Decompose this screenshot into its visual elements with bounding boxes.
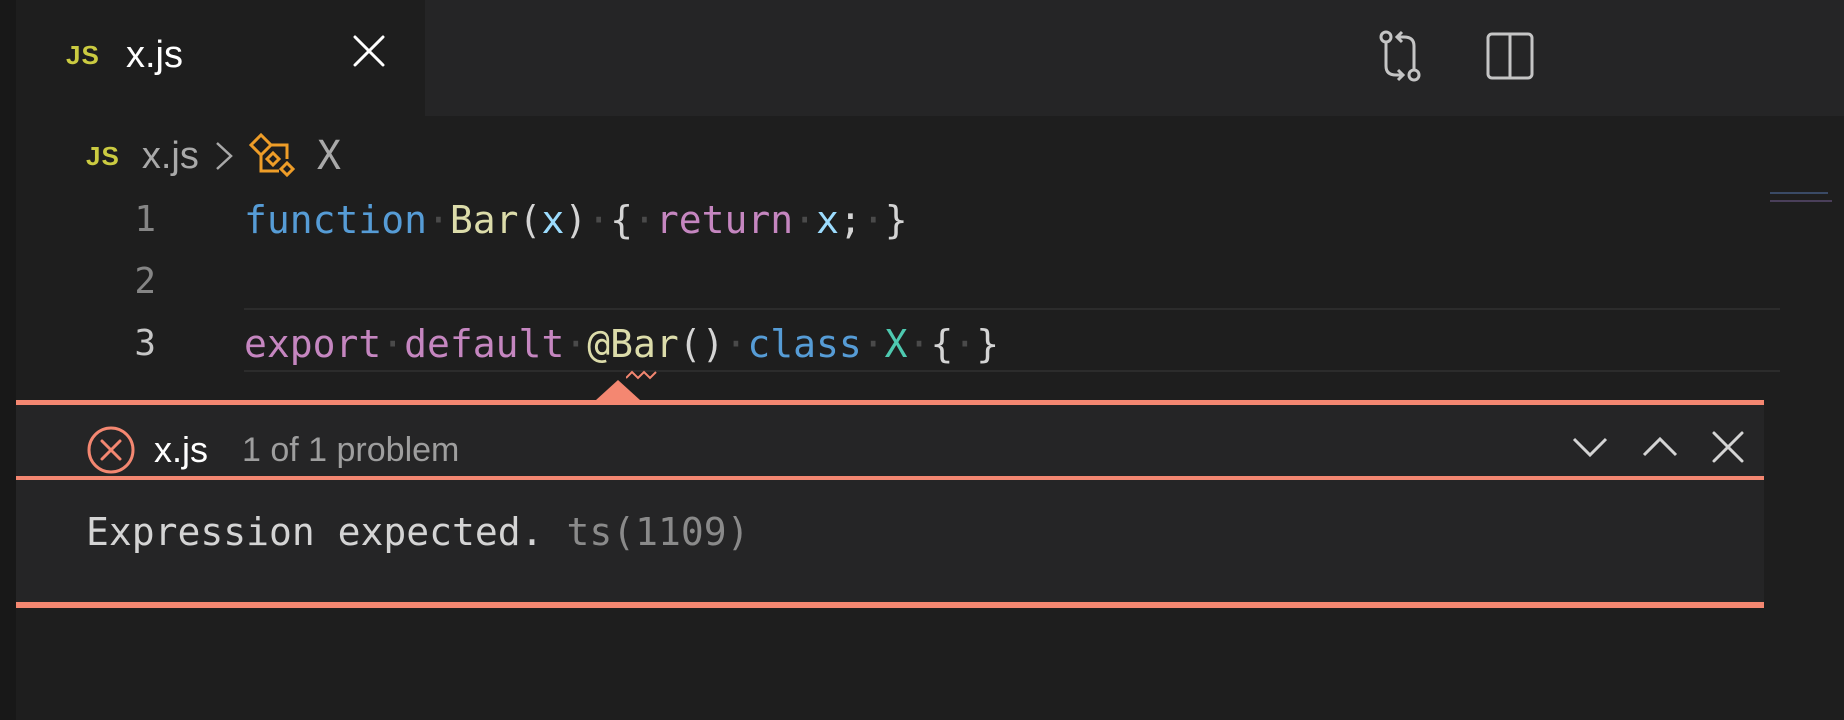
tab-bar: JS x.js	[16, 0, 1844, 116]
code-line[interactable]: 1 function·Bar(x)·{·return·x;·}	[16, 190, 1764, 250]
editor-window: JS x.js JS x.js X 1 function·Bar(x)·{·re…	[0, 0, 1844, 720]
minimap[interactable]	[1770, 190, 1844, 220]
peek-pointer	[596, 380, 640, 400]
problem-count: 1 of 1 problem	[242, 431, 460, 469]
chevron-up-icon[interactable]	[1640, 427, 1680, 467]
close-icon[interactable]	[352, 34, 386, 68]
error-icon	[87, 426, 135, 474]
breadcrumb: JS x.js X	[86, 128, 341, 184]
split-editor-icon[interactable]	[1482, 28, 1538, 84]
line-number: 2	[134, 261, 156, 302]
class-symbol-icon	[248, 132, 295, 178]
problem-peek-body: Expression expected. ts(1109)	[16, 480, 1764, 608]
activity-edge	[0, 0, 16, 720]
line-1-code: function·Bar(x)·{·return·x;·}	[244, 198, 908, 242]
line-3-code: export·default·@Bar()·class·X·{·}	[244, 322, 1000, 366]
problem-message: Expression expected.	[86, 510, 544, 554]
problem-code: ts(1109)	[566, 510, 750, 554]
git-compare-icon[interactable]	[1372, 28, 1428, 84]
problem-file: x.js	[154, 429, 208, 470]
breadcrumb-file[interactable]: x.js	[142, 135, 199, 178]
breadcrumb-symbol[interactable]: X	[317, 133, 341, 179]
code-line[interactable]: 3 export·default·@Bar()·class·X·{·}	[16, 314, 1764, 374]
problem-peek-header: x.js 1 of 1 problem	[16, 400, 1764, 480]
close-icon[interactable]	[1708, 427, 1748, 467]
problem-message-line: Expression expected. ts(1109)	[86, 510, 749, 554]
chevron-right-icon	[215, 142, 233, 170]
tab-x-js[interactable]: JS x.js	[16, 0, 425, 116]
tab-label: x.js	[126, 34, 183, 76]
javascript-file-icon: JS	[86, 140, 120, 171]
problem-peek-widget: x.js 1 of 1 problem Expression expected.…	[16, 400, 1764, 608]
javascript-file-icon: JS	[66, 40, 100, 70]
chevron-down-icon[interactable]	[1570, 427, 1610, 467]
code-line[interactable]: 2	[16, 252, 1764, 312]
line-number: 1	[134, 199, 156, 240]
line-number: 3	[134, 323, 156, 364]
